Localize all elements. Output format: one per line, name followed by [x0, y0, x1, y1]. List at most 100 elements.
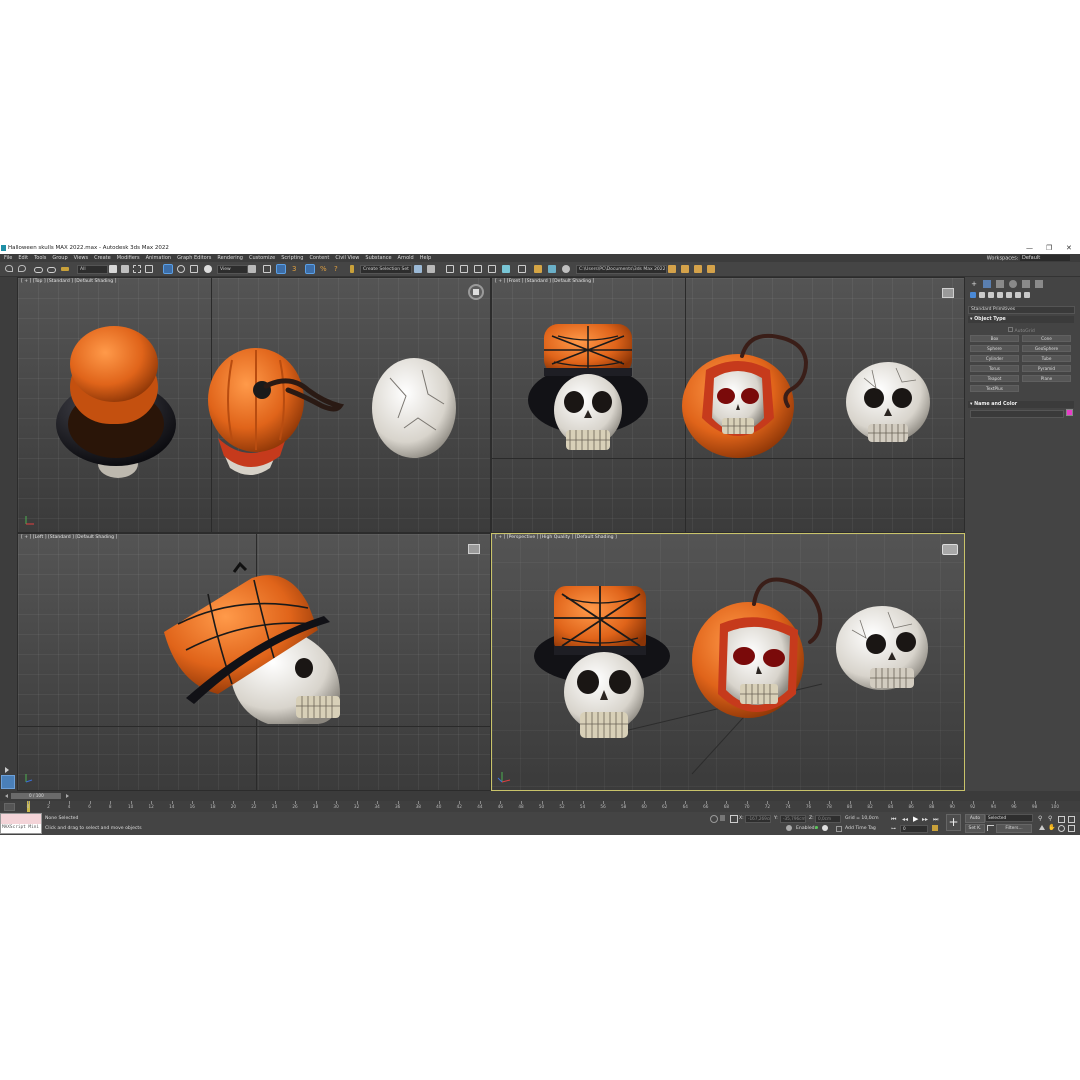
- add-time-tag-checkbox[interactable]: [836, 826, 842, 832]
- render-frame-icon[interactable]: [534, 265, 542, 273]
- render-teapot-icon[interactable]: [562, 265, 570, 273]
- time-slider-right-arrow[interactable]: [66, 794, 69, 798]
- object-type-rollout[interactable]: ▾ Object Type: [968, 316, 1074, 323]
- zoom-all-icon[interactable]: ⚲: [1048, 815, 1052, 822]
- sphere-button[interactable]: Sphere: [970, 345, 1019, 352]
- x-coord-field[interactable]: -167,269cm: [745, 815, 771, 823]
- zoom-icon[interactable]: ⚲: [1038, 815, 1042, 822]
- time-tag-icon[interactable]: [822, 825, 828, 831]
- selection-filter-dropdown[interactable]: All: [77, 265, 108, 274]
- window-crossing-icon[interactable]: [145, 265, 153, 273]
- field-of-view-icon[interactable]: [1039, 825, 1045, 830]
- utilities-tab-icon[interactable]: [1035, 280, 1043, 288]
- layer-explorer-icon[interactable]: [446, 265, 454, 273]
- bone-skull-object[interactable]: [846, 362, 930, 442]
- lock-selection-icon[interactable]: [720, 815, 725, 821]
- view-cube-icon[interactable]: [942, 544, 958, 555]
- play-icon[interactable]: ▶: [913, 815, 918, 823]
- set-key-button[interactable]: Set K.: [965, 824, 985, 833]
- motion-tab-icon[interactable]: [1009, 280, 1017, 288]
- view-cube-icon[interactable]: [468, 544, 480, 554]
- menu-help[interactable]: Help: [420, 255, 431, 261]
- maximize-viewport-icon[interactable]: [1068, 825, 1075, 832]
- current-frame-field[interactable]: 0: [900, 825, 928, 833]
- menu-substance[interactable]: Substance: [365, 255, 391, 261]
- adaptive-degradation-icon[interactable]: [786, 825, 792, 831]
- modify-tab-icon[interactable]: [983, 280, 991, 288]
- project-settings-icon[interactable]: [694, 265, 702, 273]
- y-coord-field[interactable]: -35,796cm: [780, 815, 806, 823]
- isolate-selection-icon[interactable]: [710, 815, 718, 823]
- minimize-button[interactable]: —: [1026, 244, 1033, 252]
- menu-tools[interactable]: Tools: [34, 255, 46, 261]
- select-manipulate-icon[interactable]: [263, 265, 271, 273]
- select-object-icon[interactable]: [109, 265, 117, 273]
- named-selection-dropdown[interactable]: Create Selection Set: [360, 265, 412, 274]
- time-configuration-icon[interactable]: [932, 825, 938, 831]
- next-frame-icon[interactable]: ▸▸: [922, 816, 928, 823]
- cameras-icon[interactable]: [997, 292, 1003, 298]
- top-hat-skull-object[interactable]: [164, 561, 340, 724]
- set-key-big-icon[interactable]: +: [946, 814, 961, 831]
- go-to-end-icon[interactable]: ⏭: [933, 816, 938, 824]
- select-and-scale-icon[interactable]: [190, 265, 198, 273]
- render-setup-icon[interactable]: [518, 265, 526, 273]
- viewport-perspective-label[interactable]: [ + ] [Perspective ] [High Quality ] [De…: [495, 535, 617, 540]
- spinner-snap-icon[interactable]: ?: [334, 265, 342, 273]
- select-by-name-icon[interactable]: [121, 265, 129, 273]
- percent-snap-icon[interactable]: %: [320, 265, 328, 273]
- bind-space-warp-icon[interactable]: [61, 267, 69, 271]
- pumpkin-skull-object[interactable]: [692, 577, 823, 719]
- redo-icon[interactable]: [18, 265, 26, 272]
- menu-group[interactable]: Group: [52, 255, 67, 261]
- time-slider-left-arrow[interactable]: [5, 794, 8, 798]
- space-warps-icon[interactable]: [1015, 292, 1021, 298]
- viewport-top-label[interactable]: [ + ] [Top ] [Standard ] [Default Shadin…: [21, 279, 116, 284]
- link-icon[interactable]: [34, 267, 43, 273]
- display-tab-icon[interactable]: [1022, 280, 1030, 288]
- pyramid-button[interactable]: Pyramid: [1022, 365, 1071, 372]
- set-project-folder-icon[interactable]: [707, 265, 715, 273]
- pumpkin-skull-object[interactable]: [208, 348, 345, 475]
- menu-graph-editors[interactable]: Graph Editors: [177, 255, 211, 261]
- name-and-color-rollout[interactable]: ▾ Name and Color: [968, 401, 1074, 408]
- rectangular-selection-icon[interactable]: [133, 265, 141, 273]
- place-icon[interactable]: [204, 265, 212, 273]
- edit-named-selection-icon[interactable]: [350, 265, 354, 273]
- menu-rendering[interactable]: Rendering: [217, 255, 243, 261]
- create-project-icon[interactable]: [681, 265, 689, 273]
- reference-coordinate-dropdown[interactable]: View: [217, 265, 248, 274]
- menu-create[interactable]: Create: [94, 255, 111, 261]
- bone-skull-object[interactable]: [836, 606, 928, 690]
- render-production-icon[interactable]: [548, 265, 556, 273]
- bone-skull-object[interactable]: [372, 358, 456, 458]
- geosphere-button[interactable]: GeoSphere: [1022, 345, 1071, 352]
- view-cube-icon[interactable]: [942, 288, 954, 298]
- auto-key-button[interactable]: Auto: [965, 814, 985, 823]
- key-filter-dropdown[interactable]: Selected: [985, 814, 1033, 822]
- curve-editor-icon[interactable]: [474, 265, 482, 273]
- key-icon[interactable]: [987, 825, 994, 831]
- undo-icon[interactable]: [5, 265, 13, 272]
- pumpkin-skull-object[interactable]: [682, 333, 809, 458]
- open-mini-curve-editor-icon[interactable]: [4, 803, 15, 811]
- viewport-left[interactable]: [ + ] [Left ] [Standard ] [Default Shadi…: [17, 533, 491, 791]
- plane-button[interactable]: Plane: [1022, 375, 1071, 382]
- menu-file[interactable]: File: [4, 255, 12, 261]
- viewport-left-label[interactable]: [ + ] [Left ] [Standard ] [Default Shadi…: [21, 535, 117, 540]
- menu-content[interactable]: Content: [309, 255, 329, 261]
- z-coord-field[interactable]: 0,0cm: [815, 815, 841, 823]
- menu-civil-view[interactable]: Civil View: [335, 255, 359, 261]
- create-tab-icon[interactable]: +: [970, 280, 978, 288]
- zoom-extents-icon[interactable]: [1058, 816, 1065, 823]
- object-color-swatch[interactable]: [1066, 409, 1073, 416]
- workspaces-dropdown[interactable]: Default: [1020, 255, 1070, 261]
- systems-icon[interactable]: [1024, 292, 1030, 298]
- previous-frame-icon[interactable]: ◂◂: [902, 816, 908, 823]
- pan-view-icon[interactable]: ✋: [1048, 824, 1055, 831]
- tube-button[interactable]: Tube: [1022, 355, 1071, 362]
- lights-icon[interactable]: [988, 292, 994, 298]
- menu-animation[interactable]: Animation: [146, 255, 172, 261]
- align-icon[interactable]: [427, 265, 435, 273]
- select-and-rotate-icon[interactable]: [177, 265, 185, 273]
